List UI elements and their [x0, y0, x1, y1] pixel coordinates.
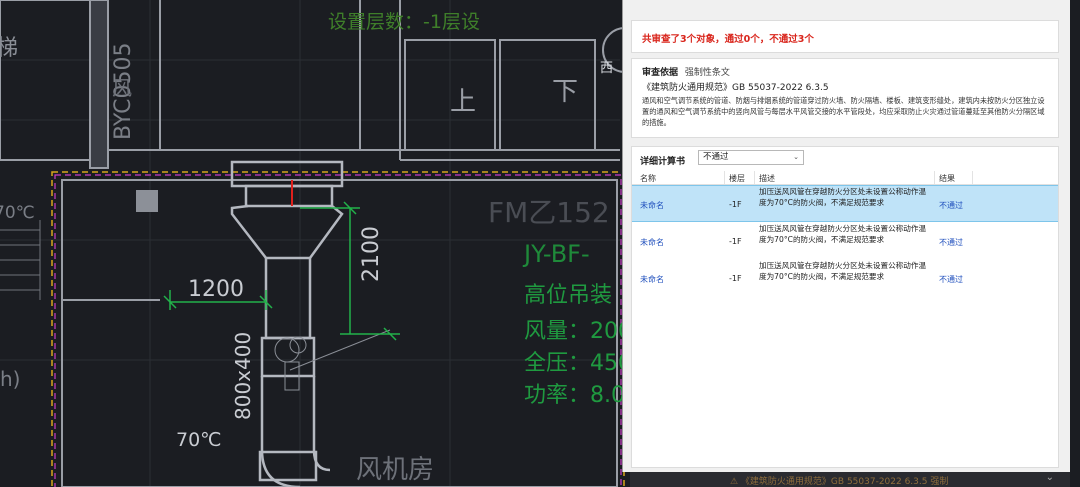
- detail-table-header: 名称 楼层 描述 结果: [632, 171, 1058, 185]
- review-basis-header: 审查依据 强制性条文: [642, 65, 730, 78]
- detail-calculation-card: 详细计算书 不通过 ⌄ 名称 楼层 描述 结果 未命名 -1F 加压送风风管在穿…: [631, 146, 1059, 468]
- chevron-down-icon: ⌄: [793, 153, 799, 161]
- cad-pressure: 全压：450: [524, 351, 632, 376]
- warning-strip[interactable]: ⚠ 《建筑防火通用规范》GB 55037-2022 6.3.5 强制 ⌄: [630, 472, 1070, 487]
- cad-stair-up: 上: [450, 87, 476, 117]
- chevron-down-icon[interactable]: ⌄: [1046, 472, 1054, 483]
- column-header-result[interactable]: 结果: [939, 173, 955, 184]
- table-row[interactable]: 未命名 -1F 加压送风风管在穿越防火分区处未设置公称动作温度为70°C的防火阀…: [632, 223, 1058, 260]
- table-row[interactable]: 未命名 -1F 加压送风风管在穿越防火分区处未设置公称动作温度为70°C的防火阀…: [632, 185, 1058, 222]
- cad-equip-code: JY-BF-: [522, 240, 590, 268]
- cad-power: 功率：8.0k: [524, 383, 638, 408]
- row-name[interactable]: 未命名: [640, 274, 664, 285]
- table-row[interactable]: 未命名 -1F 加压送风风管在穿越防火分区处未设置公称动作温度为70°C的防火阀…: [632, 260, 1058, 297]
- cad-temp-label: 70℃: [176, 429, 222, 451]
- result-filter-value: 不通过: [703, 152, 729, 162]
- cad-west: 西: [600, 61, 613, 76]
- row-floor: -1F: [729, 274, 742, 283]
- row-description: 加压送风风管在穿越防火分区处未设置公称动作温度为70°C的防火阀，不满足规范要求: [759, 224, 927, 244]
- review-basis-card: 审查依据 强制性条文 《建筑防火通用规范》GB 55037-2022 6.3.5…: [631, 58, 1059, 138]
- cad-floor-setting-label: 设置层数：-1层设: [328, 11, 480, 33]
- review-basis-title: 审查依据: [642, 68, 679, 78]
- cad-flow: 风量：200: [524, 319, 632, 344]
- row-result: 不通过: [939, 275, 963, 284]
- cad-equip-name: 高位吊装: [524, 283, 612, 308]
- cad-left-wind: 风: [112, 76, 132, 100]
- warning-text: ⚠ 《建筑防火通用规范》GB 55037-2022 6.3.5 强制: [730, 477, 949, 487]
- row-name[interactable]: 未命名: [640, 237, 664, 248]
- row-name[interactable]: 未命名: [640, 200, 664, 211]
- detail-calculation-title: 详细计算书: [640, 157, 686, 167]
- standard-reference: 《建筑防火通用规范》GB 55037-2022 6.3.5: [642, 83, 829, 93]
- review-summary-card: 共审查了3个对象，通过0个，不通过3个: [631, 20, 1059, 53]
- result-filter-select[interactable]: 不通过 ⌄: [698, 150, 804, 165]
- mandatory-clause-tag: 强制性条文: [684, 68, 730, 78]
- row-floor: -1F: [729, 237, 742, 246]
- cad-duct-size: 800x400: [231, 332, 255, 420]
- cad-left-h: h): [0, 367, 20, 391]
- cad-room-label: 风机房: [356, 455, 434, 485]
- cad-stair-down: 下: [552, 77, 578, 107]
- row-result: 不通过: [939, 201, 963, 210]
- row-description: 加压送风风管在穿越防火分区处未设置公称动作温度为70°C的防火阀，不满足规范要求: [759, 187, 927, 207]
- cad-temp-left: 70℃: [0, 203, 35, 223]
- column-header-floor[interactable]: 楼层: [729, 173, 745, 184]
- review-result-panel: 共审查了3个对象，通过0个，不通过3个 审查依据 强制性条文 《建筑防火通用规范…: [622, 0, 1070, 472]
- column-header-description[interactable]: 描述: [759, 173, 775, 184]
- row-description: 加压送风风管在穿越防火分区处未设置公称动作温度为70°C的防火阀，不满足规范要求: [759, 261, 927, 281]
- row-floor: -1F: [729, 200, 742, 209]
- row-result: 不通过: [939, 238, 963, 247]
- review-summary-text: 共审查了3个对象，通过0个，不通过3个: [642, 34, 814, 45]
- cad-dimension-2100: 2100: [359, 226, 384, 282]
- cad-left-char: 梯: [0, 36, 18, 61]
- clause-text: 通风和空气调节系统的管道、防烟与排烟系统的管道穿过防火墙、防火隔墙、楼板、建筑变…: [642, 96, 1045, 127]
- cad-dimension-1200: 1200: [188, 277, 244, 302]
- column-header-name[interactable]: 名称: [640, 173, 656, 184]
- cad-tag-fm: FM乙152: [488, 196, 610, 229]
